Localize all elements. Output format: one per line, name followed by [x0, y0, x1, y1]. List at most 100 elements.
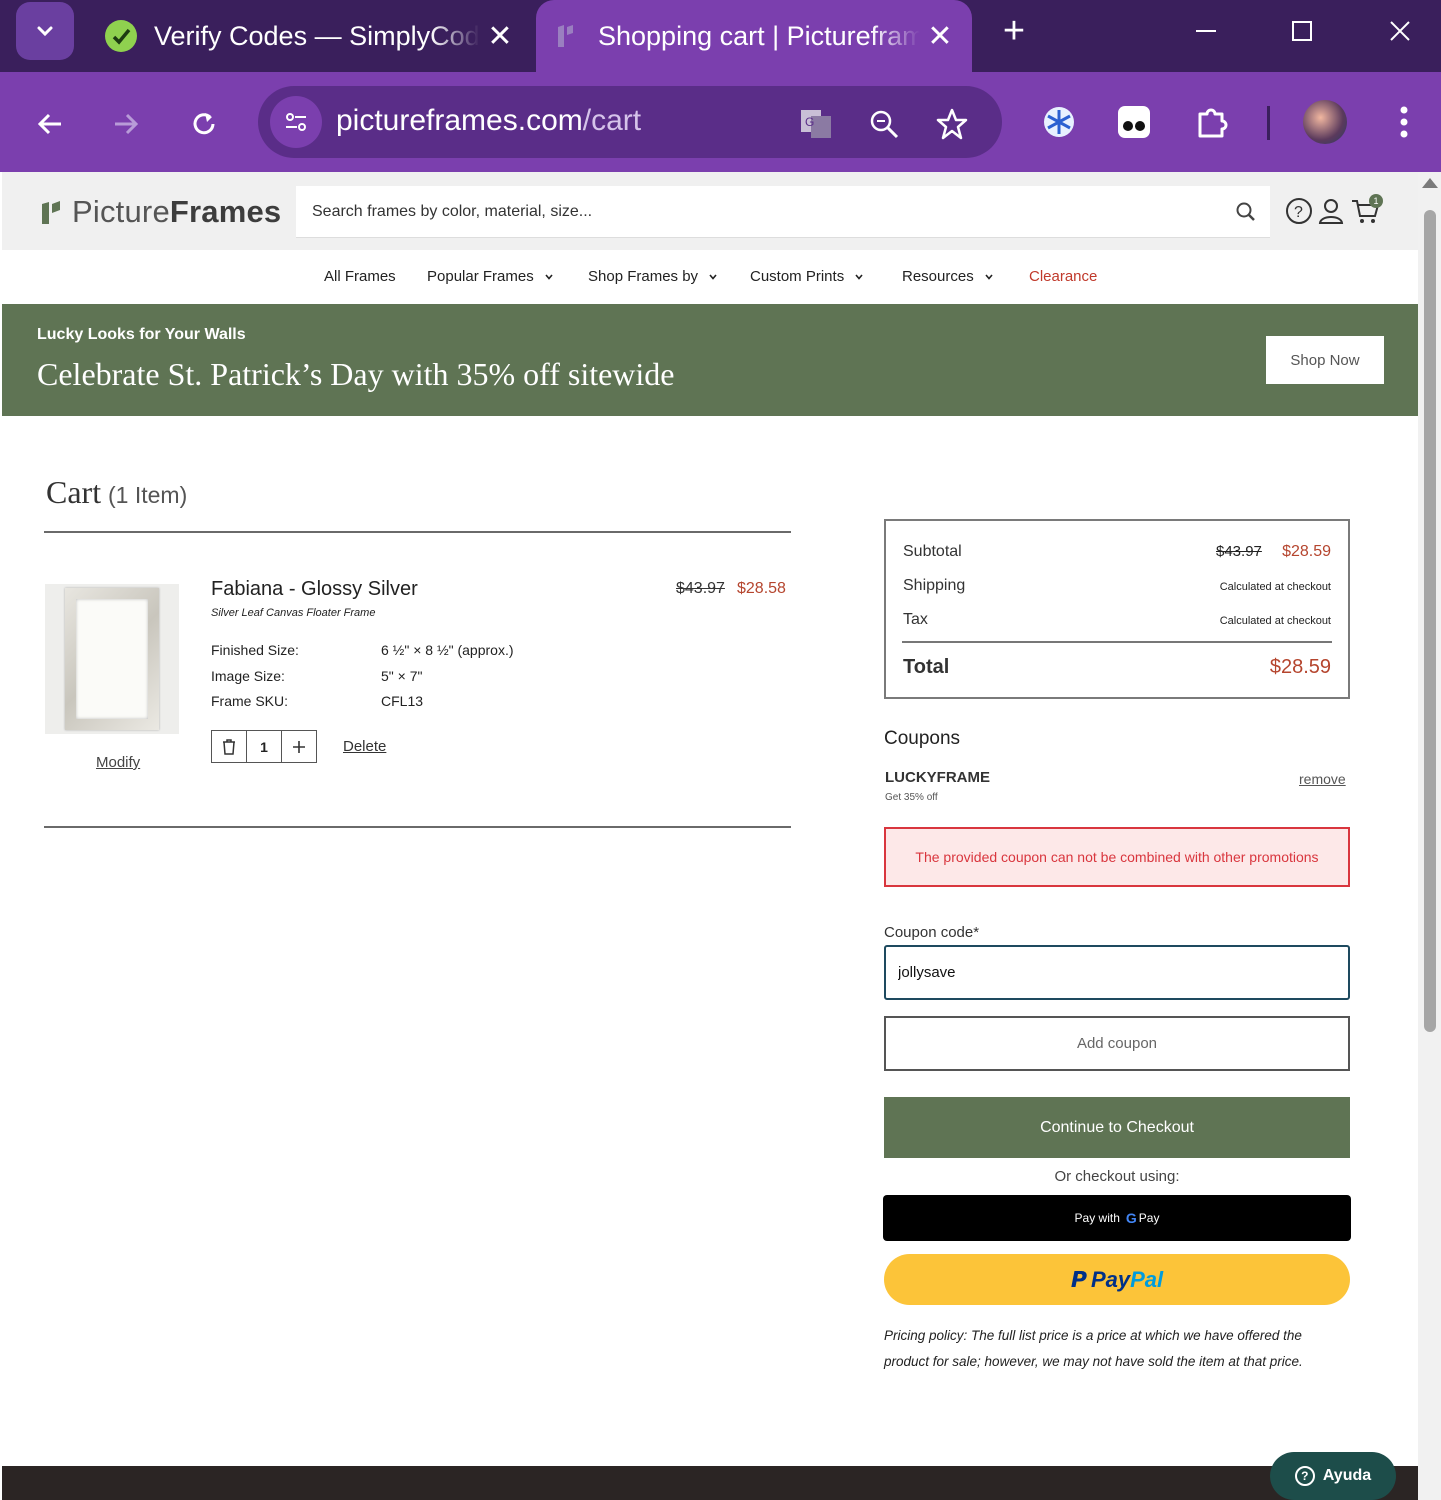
close-tab-icon[interactable]: ✕ [480, 19, 520, 54]
subtotal-label: Subtotal [903, 543, 962, 560]
chevron-down-icon [37, 26, 53, 37]
arrow-right-icon [115, 113, 139, 135]
scroll-up-arrow-icon[interactable] [1422, 178, 1438, 188]
simplycodes-favicon-icon [105, 20, 137, 52]
zoom-icon[interactable] [864, 104, 904, 144]
shipping-label: Shipping [903, 577, 966, 594]
browser-tab-strip: Verify Codes — SimplyCodes ✕ Shopping ca… [0, 0, 1441, 72]
extension-glasses-icon[interactable] [1110, 98, 1158, 146]
gpay-prefix: Pay with [1074, 1211, 1120, 1225]
cart-divider-top [44, 531, 791, 533]
site-header: PictureFrames ? [2, 172, 1418, 250]
shipping-value: Calculated at checkout [1219, 581, 1331, 593]
account-icon[interactable] [1316, 196, 1346, 226]
add-coupon-button[interactable]: Add coupon [884, 1016, 1350, 1071]
spec-value-finished-size: 6 ½" × 8 ½" (approx.) [381, 642, 514, 658]
total-label: Total [903, 656, 950, 678]
nav-all-frames[interactable]: All Frames [324, 268, 396, 285]
svg-text:?: ? [1294, 204, 1303, 221]
paypal-wordmark-pay: Pay [1090, 1266, 1131, 1292]
product-name[interactable]: Fabiana - Glossy Silver [211, 578, 418, 601]
browser-toolbar: pictureframes.com/cart G [0, 72, 1441, 172]
google-pay-button[interactable]: Pay with G Pay [883, 1195, 1351, 1241]
applied-coupon-description: Get 35% off [885, 792, 938, 803]
cart-count-badge: 1 [1369, 194, 1383, 208]
nav-clearance[interactable]: Clearance [1029, 268, 1097, 285]
coupon-code-input[interactable] [884, 945, 1350, 1000]
nav-label: Resources [902, 268, 974, 285]
cart-divider-bottom [44, 826, 791, 828]
site-logo[interactable]: PictureFrames [40, 194, 281, 230]
tab-shopping-cart[interactable]: Shopping cart | Pictureframes.com ✕ [536, 0, 972, 72]
nav-label: Clearance [1029, 268, 1098, 285]
frame-canvas [76, 599, 148, 719]
pictureframes-favicon-icon [558, 25, 573, 47]
summary-divider [902, 641, 1332, 643]
back-button[interactable] [26, 100, 74, 148]
site-info-button[interactable] [270, 96, 322, 148]
shop-now-button[interactable]: Shop Now [1266, 336, 1384, 384]
profile-avatar[interactable] [1303, 100, 1347, 144]
plus-icon [293, 740, 305, 753]
help-chat-button[interactable]: ? Ayuda [1270, 1452, 1396, 1500]
nav-resources[interactable]: Resources [902, 268, 994, 285]
pricing-policy: Pricing policy: The full list price is a… [884, 1328, 1303, 1369]
coupon-error-message: The provided coupon can not be combined … [884, 827, 1350, 887]
spec-label-image-size: Image Size: [211, 668, 285, 684]
reload-icon [193, 113, 215, 135]
modify-link[interactable]: Modify [96, 754, 140, 771]
tab-search-button[interactable] [16, 2, 74, 60]
minimize-button[interactable] [1176, 6, 1236, 56]
remove-item-trash-button[interactable] [212, 731, 247, 762]
quantity-stepper: 1 [211, 730, 317, 763]
logo-text-light: Picture [72, 194, 170, 229]
maximize-button[interactable] [1272, 6, 1332, 56]
tax-value: Calculated at checkout [1219, 615, 1331, 627]
main-navigation: All Frames Popular Frames Shop Frames by… [2, 250, 1418, 304]
order-summary: Subtotal $43.97 $28.59 Shipping Calculat… [884, 519, 1350, 699]
remove-coupon-link[interactable]: remove [1299, 771, 1346, 787]
tab-simplycodes[interactable]: Verify Codes — SimplyCodes ✕ [92, 0, 532, 72]
delete-link[interactable]: Delete [343, 738, 386, 755]
nav-label: All Frames [324, 268, 396, 285]
close-window-button[interactable] [1370, 6, 1430, 56]
forward-button[interactable] [102, 100, 150, 148]
search-icon[interactable] [1232, 198, 1260, 226]
nav-popular-frames[interactable]: Popular Frames [427, 268, 554, 285]
extension-snowflake-icon[interactable] [1035, 98, 1083, 146]
tune-icon [286, 113, 306, 131]
product-image[interactable] [45, 584, 179, 734]
coupons-heading: Coupons [884, 728, 961, 749]
close-tab-icon[interactable]: ✕ [920, 19, 960, 54]
new-tab-button[interactable]: + [992, 10, 1036, 54]
promo-banner: Lucky Looks for Your Walls Celebrate St.… [2, 304, 1418, 416]
extensions-puzzle-icon[interactable] [1188, 98, 1236, 146]
promo-kicker: Lucky Looks for Your Walls [37, 326, 246, 343]
paypal-wordmark-pal: Pal [1130, 1266, 1164, 1292]
paypal-button[interactable]: 𝙋 Pay Pal [884, 1254, 1350, 1305]
continue-to-checkout-button[interactable]: Continue to Checkout [884, 1097, 1350, 1158]
tax-label: Tax [903, 611, 928, 628]
reload-button[interactable] [180, 100, 228, 148]
cart-item-count: (1 Item) [108, 482, 188, 508]
site-search [296, 186, 1270, 238]
item-price-sale: $28.58 [737, 580, 786, 597]
frame-moulding [65, 588, 159, 730]
quantity-value[interactable]: 1 [247, 731, 282, 762]
chevron-down-icon [985, 273, 993, 280]
tab-title: Shopping cart | Pictureframes.com [598, 20, 920, 51]
increase-quantity-button[interactable] [282, 731, 316, 762]
trash-icon [223, 738, 235, 755]
close-icon [1390, 21, 1410, 41]
translate-icon[interactable]: G [796, 104, 836, 144]
chevron-down-icon [709, 273, 717, 280]
site-search-input[interactable] [296, 186, 1216, 238]
address-bar[interactable]: pictureframes.com/cart G [258, 86, 1002, 158]
spec-label-frame-sku: Frame SKU: [211, 693, 289, 709]
nav-shop-frames-by[interactable]: Shop Frames by [588, 268, 718, 285]
help-icon[interactable]: ? [1284, 196, 1314, 226]
nav-custom-prints[interactable]: Custom Prints [750, 268, 864, 285]
scrollbar-thumb[interactable] [1424, 210, 1436, 1032]
bookmark-star-icon[interactable] [932, 104, 972, 144]
more-menu-icon[interactable] [1380, 98, 1428, 146]
